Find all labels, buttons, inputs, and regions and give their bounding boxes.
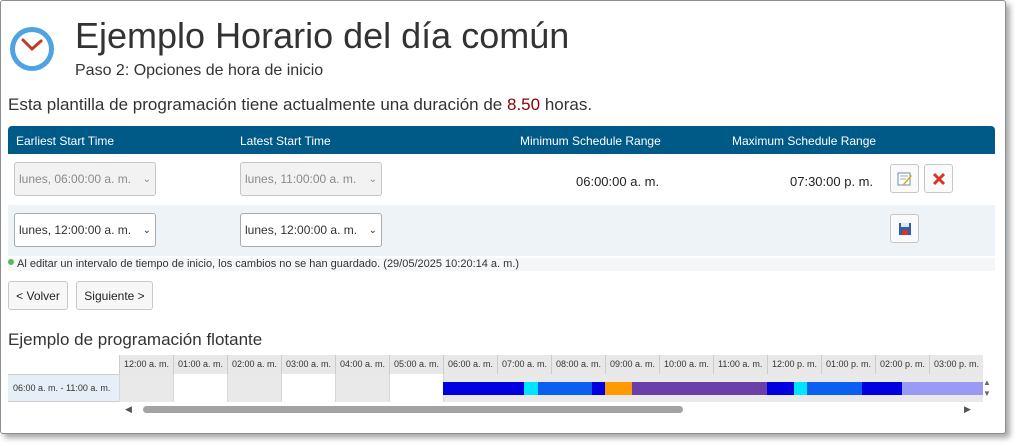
window: Ejemplo Horario del día común Paso 2: Op… [0, 0, 1006, 434]
hour-cell [119, 374, 173, 402]
earliest-start-value: lunes, 12:00:00 a. m. [19, 223, 132, 237]
hour-header: 02:00 a. m. [227, 355, 281, 374]
hour-cell [227, 374, 281, 402]
hour-header: 02:00 p. m. [875, 355, 929, 374]
hour-header: 01:00 p. m. [821, 355, 875, 374]
schedule-segment [902, 382, 983, 395]
delete-icon [932, 172, 945, 185]
schedule-segment [524, 382, 538, 395]
scroll-left-icon[interactable]: ◀ [125, 404, 132, 415]
earliest-start-value: lunes, 06:00:00 a. m. [19, 172, 132, 186]
hour-header: 03:00 p. m. [929, 355, 983, 374]
hour-cell [389, 374, 443, 402]
back-button[interactable]: < Volver [8, 281, 68, 310]
hour-header: 10:00 a. m. [659, 355, 713, 374]
status-dot-icon [8, 259, 14, 265]
next-button[interactable]: Siguiente > [76, 281, 153, 310]
max-range-value: 07:30:00 p. m. [790, 174, 874, 189]
hour-cell [335, 374, 389, 402]
unsaved-changes-note: Al editar un intervalo de tiempo de inic… [8, 258, 995, 271]
schedule-segment [538, 382, 592, 395]
hour-header: 11:00 a. m. [713, 355, 767, 374]
duration-hours: 8.50 [507, 95, 541, 114]
page-title: Ejemplo Horario del día común [75, 15, 570, 56]
schedule-segment [632, 382, 767, 395]
duration-prefix: Esta plantilla de programación tiene act… [8, 95, 503, 114]
header-max-range: Maximum Schedule Range [732, 134, 877, 148]
header-earliest: Earliest Start Time [16, 134, 115, 148]
vertical-scroll-arrows[interactable]: ▲ ▼ [983, 377, 991, 399]
header-latest: Latest Start Time [240, 134, 331, 148]
table-row: lunes, 06:00:00 a. m. ⌄ lunes, 11:00:00 … [8, 154, 995, 205]
chevron-down-icon: ⌄ [368, 173, 377, 185]
scroll-right-icon[interactable]: ▶ [964, 404, 971, 415]
latest-start-select[interactable]: lunes, 12:00:00 a. m. ⌄ [240, 213, 382, 247]
hour-header: 01:00 a. m. [173, 355, 227, 374]
hour-header: 04:00 a. m. [335, 355, 389, 374]
duration-suffix: horas. [544, 95, 593, 114]
delete-button[interactable] [924, 164, 953, 193]
edit-icon [897, 172, 912, 185]
earliest-start-select[interactable]: lunes, 06:00:00 a. m. ⌄ [14, 162, 156, 196]
schedule-segment [592, 382, 605, 395]
hour-cell [281, 374, 335, 402]
hour-header: 12:00 p. m. [767, 355, 821, 374]
grid-corner [8, 355, 119, 374]
min-range-value: 06:00:00 a. m. [576, 174, 660, 189]
chevron-down-icon: ⌄ [142, 224, 151, 236]
floating-schedule-grid: 12:00 a. m. 01:00 a. m. 02:00 a. m. 03:0… [8, 355, 995, 421]
hour-header: 06:00 a. m. [443, 355, 497, 374]
start-time-table: Earliest Start Time Latest Start Time Mi… [8, 126, 995, 256]
header-min-range: Minimum Schedule Range [520, 134, 661, 148]
hour-header: 09:00 a. m. [605, 355, 659, 374]
schedule-segment [605, 382, 632, 395]
floating-schedule-title: Ejemplo de programación flotante [8, 330, 263, 349]
schedule-segment [443, 382, 524, 395]
clock-icon [10, 27, 54, 71]
edit-button[interactable] [890, 164, 919, 193]
save-icon [898, 222, 911, 235]
chevron-down-icon: ⌄ [142, 173, 151, 185]
latest-start-value: lunes, 11:00:00 a. m. [245, 172, 357, 186]
scrollbar-thumb[interactable] [143, 406, 683, 413]
hour-header: 07:00 a. m. [497, 355, 551, 374]
schedule-segment [767, 382, 794, 395]
hour-header: 12:00 a. m. [119, 355, 173, 374]
hour-cell [173, 374, 227, 402]
save-button[interactable] [890, 214, 919, 243]
schedule-segment [794, 382, 807, 395]
table-header: Earliest Start Time Latest Start Time Mi… [8, 126, 995, 154]
latest-start-value: lunes, 12:00:00 a. m. [245, 223, 358, 237]
chevron-down-icon: ⌄ [368, 224, 377, 236]
schedule-segment [807, 382, 862, 395]
note-text: Al editar un intervalo de tiempo de inic… [17, 258, 520, 270]
duration-summary: Esta plantilla de programación tiene act… [8, 95, 592, 115]
table-row: lunes, 12:00:00 a. m. ⌄ lunes, 12:00:00 … [8, 205, 995, 256]
horizontal-scrollbar[interactable]: ◀ ▶ [119, 402, 995, 416]
latest-start-select[interactable]: lunes, 11:00:00 a. m. ⌄ [240, 162, 382, 196]
hour-header: 05:00 a. m. [389, 355, 443, 374]
schedule-segment [862, 382, 902, 395]
earliest-start-select[interactable]: lunes, 12:00:00 a. m. ⌄ [14, 213, 156, 247]
schedule-row-label: 06:00 a. m. - 11:00 a. m. [8, 374, 119, 402]
hour-header: 08:00 a. m. [551, 355, 605, 374]
page-subtitle: Paso 2: Opciones de hora de inicio [75, 62, 324, 79]
hour-header: 03:00 a. m. [281, 355, 335, 374]
